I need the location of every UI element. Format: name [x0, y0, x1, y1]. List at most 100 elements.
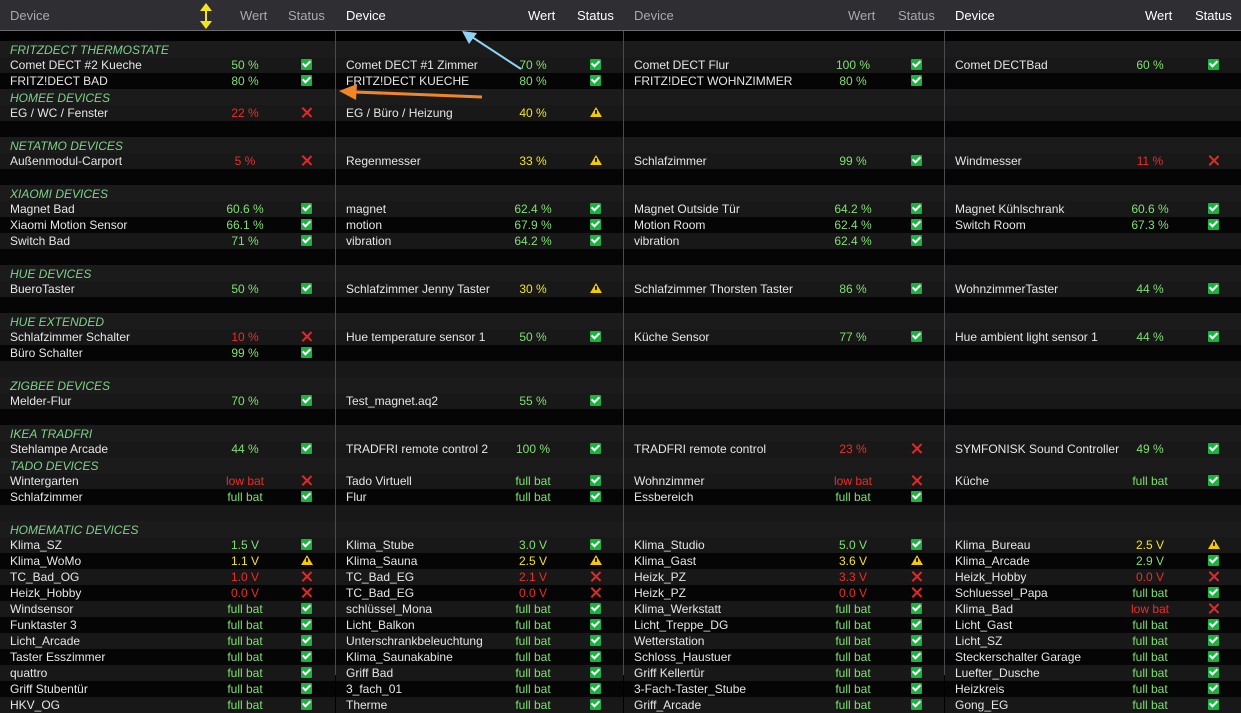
device-row[interactable]: Schloss_Haustuer full bat [624, 649, 944, 665]
device-row[interactable]: Klima_SZ 1.5 V [0, 537, 335, 553]
header-wert[interactable]: Wert [528, 8, 555, 23]
device-row[interactable]: motion 67.9 % [336, 217, 623, 233]
device-row[interactable]: Klima_WoMo 1.1 V [0, 553, 335, 569]
device-row[interactable]: Hue ambient light sensor 1 44 % [945, 329, 1241, 345]
device-row[interactable]: vibration 64.2 % [336, 233, 623, 249]
header-status[interactable]: Status [898, 8, 935, 23]
device-row[interactable]: quattro full bat [0, 665, 335, 681]
device-row[interactable]: Funktaster 3 full bat [0, 617, 335, 633]
device-row[interactable]: Griff Bad full bat [336, 665, 623, 681]
device-row[interactable]: FRITZ!DECT BAD 80 % [0, 73, 335, 89]
device-row[interactable]: Griff_Arcade full bat [624, 697, 944, 713]
device-row[interactable]: Windmesser 11 % [945, 153, 1241, 169]
device-row[interactable]: Schlafzimmer 99 % [624, 153, 944, 169]
device-row[interactable]: Stehlampe Arcade 44 % [0, 441, 335, 457]
device-row[interactable]: Taster Esszimmer full bat [0, 649, 335, 665]
device-row[interactable]: Switch Bad 71 % [0, 233, 335, 249]
device-row[interactable]: EG / WC / Fenster 22 % [0, 105, 335, 121]
device-row[interactable]: Schlafzimmer Thorsten Taster 86 % [624, 281, 944, 297]
device-row[interactable]: Switch Room 67.3 % [945, 217, 1241, 233]
header-status[interactable]: Status [577, 8, 614, 23]
device-row[interactable]: Comet DECT #1 Zimmer 70 % [336, 57, 623, 73]
device-row[interactable]: FRITZ!DECT KUECHE 80 % [336, 73, 623, 89]
device-row[interactable]: Therme full bat [336, 697, 623, 713]
device-row[interactable]: Klima_Bad low bat [945, 601, 1241, 617]
header-wert[interactable]: Wert [848, 8, 875, 23]
device-row[interactable]: Comet DECT #2 Kueche 50 % [0, 57, 335, 73]
device-row[interactable]: WohnzimmerTaster 44 % [945, 281, 1241, 297]
device-row[interactable]: Schluessel_Papa full bat [945, 585, 1241, 601]
device-row[interactable]: Heizk_PZ 3.3 V [624, 569, 944, 585]
device-row[interactable]: Küche Sensor 77 % [624, 329, 944, 345]
device-row[interactable]: Klima_Werkstatt full bat [624, 601, 944, 617]
device-row[interactable]: Wohnzimmer low bat [624, 473, 944, 489]
device-row[interactable]: vibration 62.4 % [624, 233, 944, 249]
device-row[interactable]: Comet DECT Flur 100 % [624, 57, 944, 73]
device-row[interactable]: TC_Bad_OG 1.0 V [0, 569, 335, 585]
header-device[interactable]: Device [955, 8, 995, 23]
device-row[interactable]: Regenmesser 33 % [336, 153, 623, 169]
header-device[interactable]: Device [634, 8, 674, 23]
device-row[interactable]: Comet DECTBad 60 % [945, 57, 1241, 73]
device-row[interactable]: Test_magnet.aq2 55 % [336, 393, 623, 409]
device-row[interactable]: Licht_SZ full bat [945, 633, 1241, 649]
device-row[interactable]: 3-Fach-Taster_Stube full bat [624, 681, 944, 697]
device-row[interactable]: TC_Bad_EG 2.1 V [336, 569, 623, 585]
device-row[interactable]: Klima_Arcade 2.9 V [945, 553, 1241, 569]
device-row[interactable]: Windsensor full bat [0, 601, 335, 617]
device-row[interactable]: Heizk_PZ 0.0 V [624, 585, 944, 601]
header-status[interactable]: Status [288, 8, 325, 23]
header-device[interactable]: Device [346, 8, 386, 23]
device-row[interactable]: EG / Büro / Heizung 40 % [336, 105, 623, 121]
device-row[interactable]: Klima_Gast 3.6 V [624, 553, 944, 569]
device-row[interactable]: Wintergarten low bat [0, 473, 335, 489]
device-row[interactable]: Schlafzimmer Jenny Taster 30 % [336, 281, 623, 297]
device-row[interactable]: Küche full bat [945, 473, 1241, 489]
device-row[interactable]: Klima_Studio 5.0 V [624, 537, 944, 553]
device-row[interactable]: Melder-Flur 70 % [0, 393, 335, 409]
device-row[interactable]: Klima_Bureau 2.5 V [945, 537, 1241, 553]
device-row[interactable]: Klima_Stube 3.0 V [336, 537, 623, 553]
device-row[interactable]: Magnet Kühlschrank 60.6 % [945, 201, 1241, 217]
device-row[interactable]: Wetterstation full bat [624, 633, 944, 649]
header-status[interactable]: Status [1195, 8, 1232, 23]
device-row[interactable]: Steckerschalter Garage full bat [945, 649, 1241, 665]
device-row[interactable]: Licht_Arcade full bat [0, 633, 335, 649]
device-row[interactable]: Außenmodul-Carport 5 % [0, 153, 335, 169]
device-row[interactable]: Flur full bat [336, 489, 623, 505]
device-row[interactable]: Gong_EG full bat [945, 697, 1241, 713]
device-row[interactable]: Heizk_Hobby 0.0 V [945, 569, 1241, 585]
header-device[interactable]: Device [10, 8, 50, 23]
device-row[interactable]: schlüssel_Mona full bat [336, 601, 623, 617]
device-row[interactable]: 3_fach_01 full bat [336, 681, 623, 697]
device-row[interactable]: Licht_Treppe_DG full bat [624, 617, 944, 633]
device-row[interactable]: Griff Kellertür full bat [624, 665, 944, 681]
device-row[interactable]: Hue temperature sensor 1 50 % [336, 329, 623, 345]
device-row[interactable]: Essbereich full bat [624, 489, 944, 505]
device-row[interactable]: FRITZ!DECT WOHNZIMMER 80 % [624, 73, 944, 89]
device-row[interactable]: Licht_Gast full bat [945, 617, 1241, 633]
device-row[interactable]: Büro Schalter 99 % [0, 345, 335, 361]
device-row[interactable]: Tado Virtuell full bat [336, 473, 623, 489]
device-row[interactable]: Heizk_Hobby 0.0 V [0, 585, 335, 601]
device-row[interactable]: Luefter_Dusche full bat [945, 665, 1241, 681]
device-row[interactable]: Klima_Saunakabine full bat [336, 649, 623, 665]
device-row[interactable]: magnet 62.4 % [336, 201, 623, 217]
device-row[interactable]: Heizkreis full bat [945, 681, 1241, 697]
device-row[interactable]: Griff Stubentür full bat [0, 681, 335, 697]
device-row[interactable]: Licht_Balkon full bat [336, 617, 623, 633]
header-wert[interactable]: Wert [240, 8, 267, 23]
device-row[interactable]: TRADFRI remote control 23 % [624, 441, 944, 457]
device-row[interactable]: Schlafzimmer full bat [0, 489, 335, 505]
device-row[interactable]: Klima_Sauna 2.5 V [336, 553, 623, 569]
device-row[interactable]: HKV_OG full bat [0, 697, 335, 713]
device-row[interactable]: Unterschrankbeleuchtung full bat [336, 633, 623, 649]
header-wert[interactable]: Wert [1145, 8, 1172, 23]
device-row[interactable]: TRADFRI remote control 2 100 % [336, 441, 623, 457]
device-row[interactable]: Magnet Bad 60.6 % [0, 201, 335, 217]
device-row[interactable]: Xiaomi Motion Sensor 66.1 % [0, 217, 335, 233]
device-row[interactable]: Schlafzimmer Schalter 10 % [0, 329, 335, 345]
device-row[interactable]: TC_Bad_EG 0.0 V [336, 585, 623, 601]
column-resize-handle-icon[interactable] [199, 2, 213, 30]
device-row[interactable]: Magnet Outside Tür 64.2 % [624, 201, 944, 217]
